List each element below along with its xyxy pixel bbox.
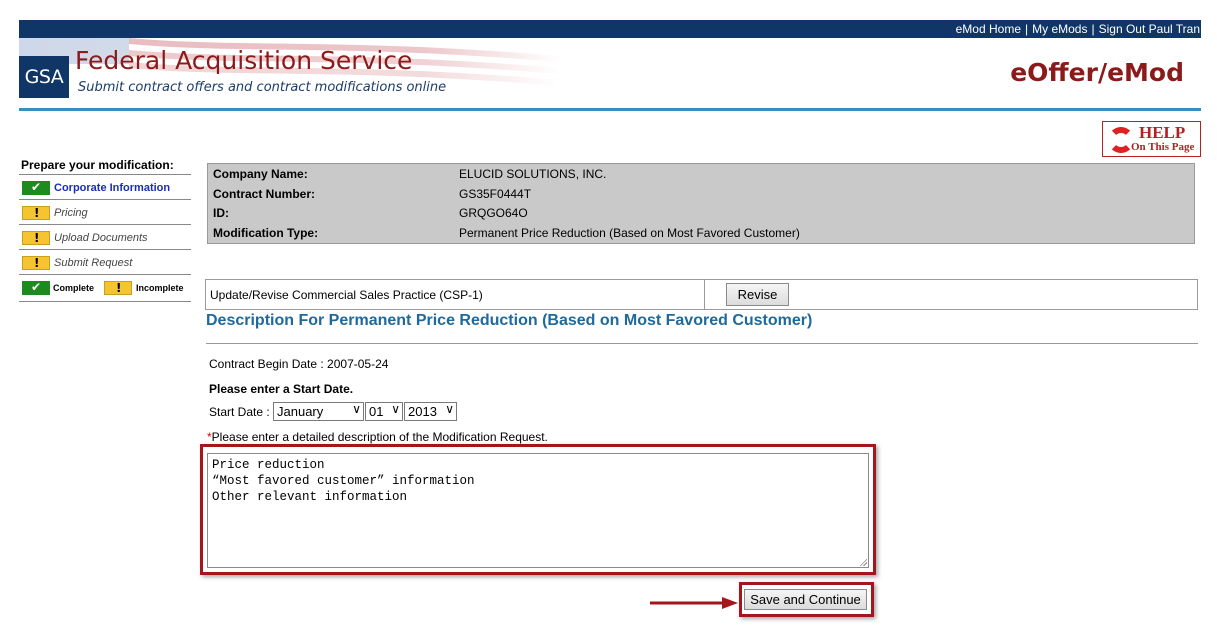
sidebar-item-corporate-information[interactable]: Corporate Information [19,175,191,200]
site-title: Federal Acquisition Service [75,46,413,75]
complete-check-icon [22,180,50,195]
day-value: 01 [369,404,384,419]
description-prompt-text: Please enter a detailed description of t… [211,430,548,444]
info-value: Permanent Price Reduction (Based on Most… [459,226,800,240]
sidebar-item-label[interactable]: Submit Request [54,257,132,269]
sidebar-title: Prepare your modification: [19,156,191,175]
info-key: Company Name: [213,167,308,181]
csp-label: Update/Revise Commercial Sales Practice … [210,288,483,302]
incomplete-warning-icon [22,231,50,245]
sidebar-item-label[interactable]: Upload Documents [54,232,148,244]
app-name: eOffer/eMod [1010,58,1184,87]
year-select[interactable]: 2013 ∨ [404,402,457,421]
contract-info-table: Company Name: ELUCID SOLUTIONS, INC. Con… [207,163,1195,244]
info-key: Contract Number: [213,187,316,201]
section-title: Description For Permanent Price Reductio… [206,312,813,329]
description-line: “Most favored customer” information [212,474,475,488]
start-date-label: Start Date : [209,405,270,419]
legend-complete-label: Complete [53,283,95,293]
arrow-right-icon [650,597,738,609]
complete-check-icon [22,280,50,295]
resize-grip-icon[interactable] [859,558,867,566]
chevron-down-icon: ∨ [391,402,400,416]
description-textarea[interactable]: Price reduction “Most favored customer” … [207,453,869,568]
incomplete-warning-icon [22,256,50,270]
chevron-down-icon: ∨ [445,402,454,416]
sidebar-item-pricing[interactable]: Pricing [19,200,191,225]
status-legend: Complete Incomplete [19,275,191,302]
chevron-down-icon: ∨ [352,402,361,416]
description-line: Other relevant information [212,490,408,504]
sidebar-item-upload-documents[interactable]: Upload Documents [19,225,191,250]
sign-out-link[interactable]: Sign Out Paul Tran [1099,22,1200,36]
gsa-logo: GSA [19,56,69,98]
sidebar-item-label[interactable]: Pricing [54,207,88,219]
csp-divider [704,280,705,309]
site-subtitle: Submit contract offers and contract modi… [78,80,447,95]
info-key: Modification Type: [213,226,319,240]
year-value: 2013 [408,404,437,419]
incomplete-warning-icon [22,206,50,220]
section-divider [206,343,1198,344]
help-label: HELP [1139,123,1186,142]
sidebar-item-label[interactable]: Corporate Information [54,182,170,194]
account-links: eMod Home | My eMods | Sign Out Paul Tran [955,22,1200,36]
month-value: January [277,404,324,419]
my-emods-link[interactable]: My eMods [1032,22,1087,36]
info-value: GRQGO64O [459,206,528,220]
save-and-continue-button[interactable]: Save and Continue [744,589,867,610]
sidebar-item-submit-request[interactable]: Submit Request [19,250,191,275]
day-select[interactable]: 01 ∨ [365,402,403,421]
info-value: ELUCID SOLUTIONS, INC. [459,167,607,181]
description-line: Price reduction [212,458,325,472]
help-sublabel: On This Page [1131,141,1195,153]
progress-sidebar: Prepare your modification: Corporate Inf… [19,156,191,302]
revise-button[interactable]: Revise [726,283,789,306]
description-prompt: *Please enter a detailed description of … [207,430,548,444]
help-button[interactable]: HELP On This Page [1102,121,1201,157]
header-divider [19,108,1201,111]
contract-begin-date: Contract Begin Date : 2007-05-24 [209,357,389,371]
legend-incomplete-label: Incomplete [136,283,184,293]
info-key: ID: [213,206,229,220]
csp-row: Update/Revise Commercial Sales Practice … [205,279,1198,310]
emod-home-link[interactable]: eMod Home [956,22,1021,36]
info-value: GS35F0444T [459,187,532,201]
start-date-prompt: Please enter a Start Date. [209,382,354,396]
incomplete-warning-icon [104,281,132,295]
top-navigation-bar: eMod Home | My eMods | Sign Out Paul Tran [19,20,1201,38]
header-banner: GSA Federal Acquisition Service Submit c… [19,38,1201,108]
month-select[interactable]: January ∨ [273,402,364,421]
